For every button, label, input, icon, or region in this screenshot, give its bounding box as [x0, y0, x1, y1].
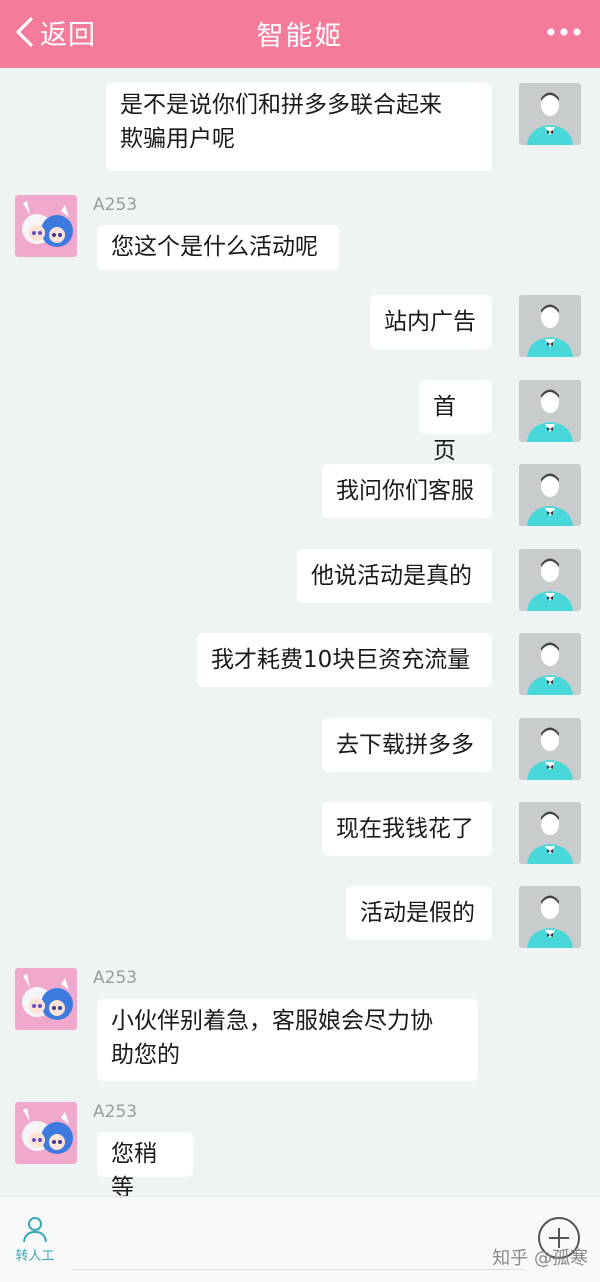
message-row: 他说活动是真的	[0, 549, 600, 611]
header-bar: 返回 智能姬	[0, 0, 600, 68]
person-avatar-icon	[519, 633, 581, 695]
message-bubble: 去下载拼多多	[322, 718, 492, 772]
message-bubble: 站内广告	[370, 295, 492, 349]
message-row: 去下载拼多多	[0, 718, 600, 780]
person-avatar-icon	[519, 802, 581, 864]
user-avatar[interactable]	[519, 295, 581, 357]
message-bubble: 是不是说你们和拼多多联合起来 欺骗用户呢	[106, 83, 492, 171]
user-avatar[interactable]	[519, 380, 581, 442]
user-avatar[interactable]	[519, 464, 581, 526]
message-row: A253 您稍等	[0, 1102, 600, 1196]
user-avatar[interactable]	[519, 802, 581, 864]
bot-avatar[interactable]	[15, 968, 77, 1030]
message-row: 站内广告	[0, 295, 600, 357]
person-avatar-icon	[519, 886, 581, 948]
message-row: 我才耗费10块巨资充流量	[0, 633, 600, 695]
transfer-human-button[interactable]: 转人工	[10, 1215, 60, 1265]
watermark: 知乎 @孤寒	[492, 1248, 588, 1269]
sender-name: A253	[93, 195, 138, 215]
user-avatar[interactable]	[519, 633, 581, 695]
person-icon	[23, 1217, 47, 1243]
message-bubble: 现在我钱花了	[322, 802, 492, 856]
message-bubble: 首页	[419, 380, 492, 464]
bot-avatar[interactable]	[15, 195, 77, 257]
person-avatar-icon	[519, 718, 581, 780]
bot-avatar[interactable]	[15, 1102, 77, 1164]
message-row: 是不是说你们和拼多多联合起来 欺骗用户呢	[0, 83, 600, 173]
message-bubble: 我才耗费10块巨资充流量	[197, 633, 492, 687]
user-avatar[interactable]	[519, 83, 581, 145]
message-row: 首页	[0, 380, 600, 464]
anime-avatar-icon	[15, 1102, 77, 1164]
person-avatar-icon	[519, 549, 581, 611]
message-bubble: 您稍等	[97, 1132, 193, 1196]
sender-name: A253	[93, 968, 138, 988]
more-icon[interactable]	[546, 22, 582, 42]
message-row: 现在我钱花了	[0, 802, 600, 864]
message-row: 活动是假的	[0, 886, 600, 948]
message-row: 我问你们客服	[0, 464, 600, 526]
person-avatar-icon	[519, 83, 581, 145]
page-title: 智能姬	[256, 21, 344, 52]
message-bubble: 您这个是什么活动呢	[97, 225, 339, 270]
message-bubble: 我问你们客服	[322, 464, 492, 518]
anime-avatar-icon	[15, 968, 77, 1030]
message-bubble: 他说活动是真的	[297, 549, 492, 603]
transfer-human-label: 转人工	[15, 1249, 55, 1264]
person-avatar-icon	[519, 380, 581, 442]
message-row: A253 小伙伴别着急，客服娘会尽力协 助您的	[0, 968, 600, 1084]
user-avatar[interactable]	[519, 886, 581, 948]
user-avatar[interactable]	[519, 718, 581, 780]
person-avatar-icon	[519, 464, 581, 526]
user-avatar[interactable]	[519, 549, 581, 611]
message-row: A253 您这个是什么活动呢	[0, 195, 600, 275]
message-bubble: 小伙伴别着急，客服娘会尽力协 助您的	[97, 999, 478, 1081]
sender-name: A253	[93, 1102, 138, 1122]
message-input[interactable]	[72, 1209, 524, 1270]
anime-avatar-icon	[15, 195, 77, 257]
message-bubble: 活动是假的	[346, 886, 492, 940]
person-avatar-icon	[519, 295, 581, 357]
chat-list[interactable]: 是不是说你们和拼多多联合起来 欺骗用户呢 A253 您这个是什么活动呢 站内广告…	[0, 68, 600, 1196]
